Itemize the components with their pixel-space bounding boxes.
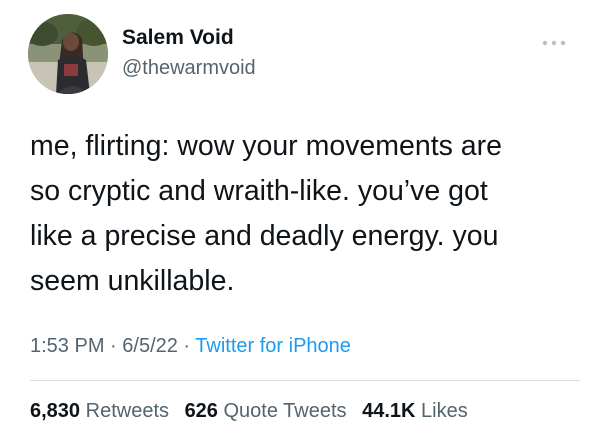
display-name[interactable]: Salem Void xyxy=(122,26,234,50)
tweet-time[interactable]: 1:53 PM xyxy=(30,335,104,357)
separator-dot: · xyxy=(104,335,123,357)
avatar[interactable] xyxy=(28,14,108,94)
separator-dot: · xyxy=(177,335,196,357)
quote-tweets-label: Quote Tweets xyxy=(223,400,347,422)
user-handle[interactable]: @thewarmvoid xyxy=(122,57,256,80)
likes-label: Likes xyxy=(421,400,468,422)
tweet-metadata: 1:53 PM · 6/5/22 · Twitter for iPhone xyxy=(30,335,351,358)
likes-stat[interactable]: 44.1K Likes xyxy=(362,400,468,423)
tweet-text: me, flirting: wow your movements are so … xyxy=(30,124,580,304)
tweet-source-link[interactable]: Twitter for iPhone xyxy=(195,335,351,357)
tweet-line: like a precise and deadly energy. you xyxy=(30,220,499,252)
avatar-photo xyxy=(28,14,108,94)
retweets-count: 6,830 xyxy=(30,400,81,422)
quote-tweets-count: 626 xyxy=(184,400,218,422)
divider xyxy=(30,380,580,381)
retweets-label: Retweets xyxy=(85,400,169,422)
quote-tweets-stat[interactable]: 626 Quote Tweets xyxy=(185,400,347,423)
tweet-card: Salem Void @thewarmvoid me, flirting: wo… xyxy=(0,0,600,445)
tweet-line: so cryptic and wraith-like. you’ve got xyxy=(30,175,488,207)
retweets-stat[interactable]: 6,830 Retweets xyxy=(30,400,169,423)
tweet-line: seem unkillable. xyxy=(30,265,235,297)
tweet-date[interactable]: 6/5/22 xyxy=(122,335,178,357)
likes-count: 44.1K xyxy=(362,400,416,422)
more-dots-icon[interactable] xyxy=(541,35,567,46)
engagement-stats: 6,830 Retweets 626 Quote Tweets 44.1K Li… xyxy=(30,400,478,423)
tweet-line: me, flirting: wow your movements are xyxy=(30,130,502,162)
